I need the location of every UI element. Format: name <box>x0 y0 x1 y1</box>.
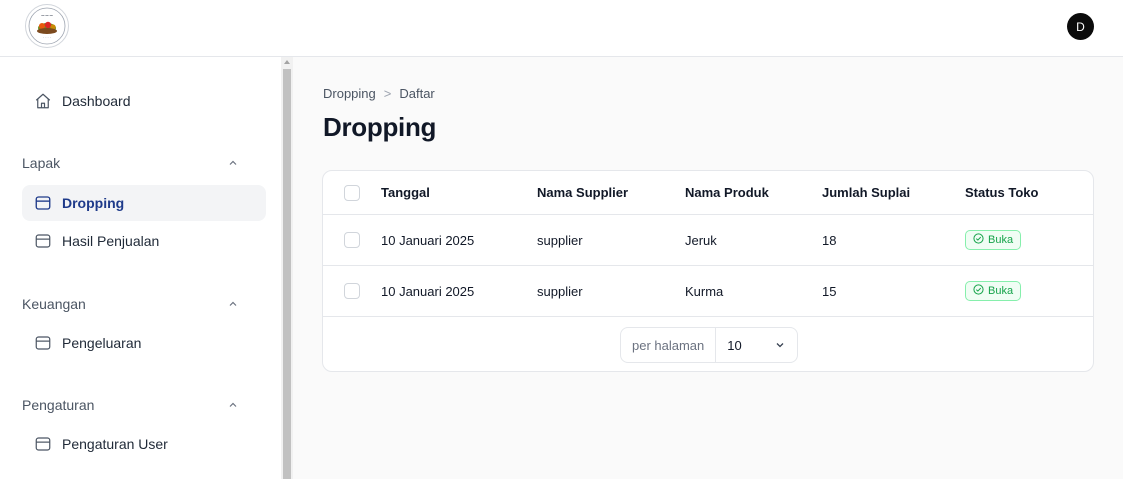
box-icon <box>34 334 52 352</box>
home-icon <box>34 92 52 110</box>
cell-jumlah: 18 <box>822 232 837 248</box>
column-header-status-toko[interactable]: Status Toko <box>965 185 1038 200</box>
cell-produk: Jeruk <box>685 232 717 248</box>
avatar-initial: D <box>1076 19 1085 34</box>
sidebar-group-lapak[interactable]: Lapak <box>22 153 266 173</box>
scrollbar-thumb[interactable] <box>283 69 291 479</box>
per-page-label: per halaman <box>621 328 717 362</box>
chevron-down-icon <box>775 338 785 353</box>
cell-produk: Kurma <box>685 283 724 299</box>
table-header-row: Tanggal Nama Supplier Nama Produk Jumlah… <box>323 171 1093 215</box>
column-header-jumlah-suplai[interactable]: Jumlah Suplai <box>822 185 910 200</box>
sidebar-group-keuangan[interactable]: Keuangan <box>22 294 266 314</box>
cell-supplier: supplier <box>537 283 583 299</box>
box-icon <box>34 232 52 250</box>
status-badge: Buka <box>965 281 1022 301</box>
per-page-select[interactable]: 10 <box>716 338 797 353</box>
sidebar-item-pengaturan-user[interactable]: Pengaturan User <box>22 426 266 462</box>
check-circle-icon <box>973 284 984 298</box>
sidebar-item-pengeluaran[interactable]: Pengeluaran <box>22 325 266 361</box>
sidebar-item-label: Dropping <box>62 195 125 211</box>
cell-tanggal: 10 Januari 2025 <box>381 283 475 299</box>
chevron-up-icon <box>228 400 238 410</box>
brand-logo-icon[interactable]: ~~~ · · · · <box>25 4 69 48</box>
cell-supplier: supplier <box>537 232 583 248</box>
sidebar-item-dashboard[interactable]: Dashboard <box>22 83 266 119</box>
data-table: Tanggal Nama Supplier Nama Produk Jumlah… <box>322 170 1094 372</box>
row-checkbox[interactable] <box>344 283 360 299</box>
status-badge: Buka <box>965 230 1022 250</box>
sidebar-item-label: Pengeluaran <box>62 335 142 351</box>
sidebar: Dashboard Lapak Dropping Hasil Penjualan… <box>0 57 281 479</box>
svg-text:· · · ·: · · · · <box>43 36 51 40</box>
sidebar-item-dropping[interactable]: Dropping <box>22 185 266 221</box>
cell-tanggal: 10 Januari 2025 <box>381 232 475 248</box>
table-row[interactable]: 10 Januari 2025 supplier Jeruk 18 Buka <box>323 215 1093 266</box>
svg-text:~~~: ~~~ <box>41 13 54 19</box>
sidebar-item-hasil-penjualan[interactable]: Hasil Penjualan <box>22 223 266 259</box>
sidebar-group-pengaturan[interactable]: Pengaturan <box>22 395 266 415</box>
user-avatar[interactable]: D <box>1067 13 1094 40</box>
page-title: Dropping <box>323 112 437 142</box>
breadcrumb: Dropping > Daftar <box>323 86 435 101</box>
row-checkbox[interactable] <box>344 232 360 248</box>
breadcrumb-item-dropping[interactable]: Dropping <box>323 86 376 101</box>
chevron-up-icon <box>228 158 238 168</box>
scroll-up-arrow-icon[interactable] <box>284 60 290 64</box>
status-text: Buka <box>988 234 1014 246</box>
chevron-up-icon <box>228 299 238 309</box>
group-label: Keuangan <box>22 296 86 312</box>
group-label: Pengaturan <box>22 397 95 413</box>
column-header-tanggal[interactable]: Tanggal <box>381 185 430 200</box>
box-icon <box>34 435 52 453</box>
column-header-nama-supplier[interactable]: Nama Supplier <box>537 185 628 200</box>
check-circle-icon <box>973 233 984 247</box>
top-bar: ~~~ · · · · D <box>0 0 1123 57</box>
sidebar-item-label: Dashboard <box>62 93 131 109</box>
group-label: Lapak <box>22 155 61 171</box>
per-page-selector: per halaman 10 <box>620 327 798 363</box>
sidebar-item-label: Hasil Penjualan <box>62 233 160 249</box>
select-all-checkbox[interactable] <box>344 184 360 201</box>
column-header-nama-produk[interactable]: Nama Produk <box>685 185 769 200</box>
breadcrumb-separator: > <box>383 86 392 101</box>
status-text: Buka <box>988 285 1014 297</box>
per-page-value: 10 <box>727 337 742 353</box>
cell-jumlah: 15 <box>822 283 837 299</box>
box-icon <box>34 194 52 212</box>
table-row[interactable]: 10 Januari 2025 supplier Kurma 15 Buka <box>323 266 1093 317</box>
sidebar-scrollbar[interactable] <box>281 57 293 479</box>
sidebar-item-label: Pengaturan User <box>62 436 168 452</box>
breadcrumb-item-daftar: Daftar <box>399 86 435 101</box>
